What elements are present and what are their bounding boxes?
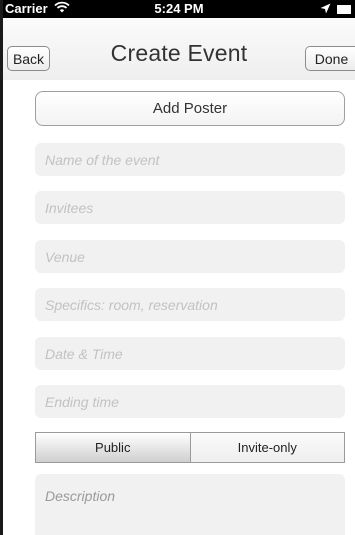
segment-public[interactable]: Public <box>36 433 191 462</box>
page-title: Create Event <box>110 40 248 66</box>
status-bar: Carrier 5:24 PM <box>3 0 355 18</box>
venue-field[interactable]: Venue <box>35 240 345 273</box>
description-field[interactable]: Description <box>35 474 345 535</box>
done-button[interactable]: Done <box>305 46 355 71</box>
add-poster-button[interactable]: Add Poster <box>35 91 345 126</box>
navigation-bar: Back Create Event Done <box>3 18 355 80</box>
battery-icon <box>337 5 351 14</box>
status-time: 5:24 PM <box>154 1 204 16</box>
privacy-segmented-control: Public Invite-only <box>35 432 345 463</box>
event-name-field[interactable]: Name of the event <box>35 143 345 176</box>
specifics-field[interactable]: Specifics: room, reservation <box>35 288 345 321</box>
segment-invite-only[interactable]: Invite-only <box>190 433 344 462</box>
app-screen: Carrier 5:24 PM Back Create Event Done A… <box>0 0 355 535</box>
invitees-field[interactable]: Invitees <box>35 191 345 224</box>
ending-time-field[interactable]: Ending time <box>35 385 345 418</box>
date-time-field[interactable]: Date & Time <box>35 337 345 370</box>
status-icons <box>320 2 351 17</box>
location-arrow-icon <box>320 2 331 17</box>
